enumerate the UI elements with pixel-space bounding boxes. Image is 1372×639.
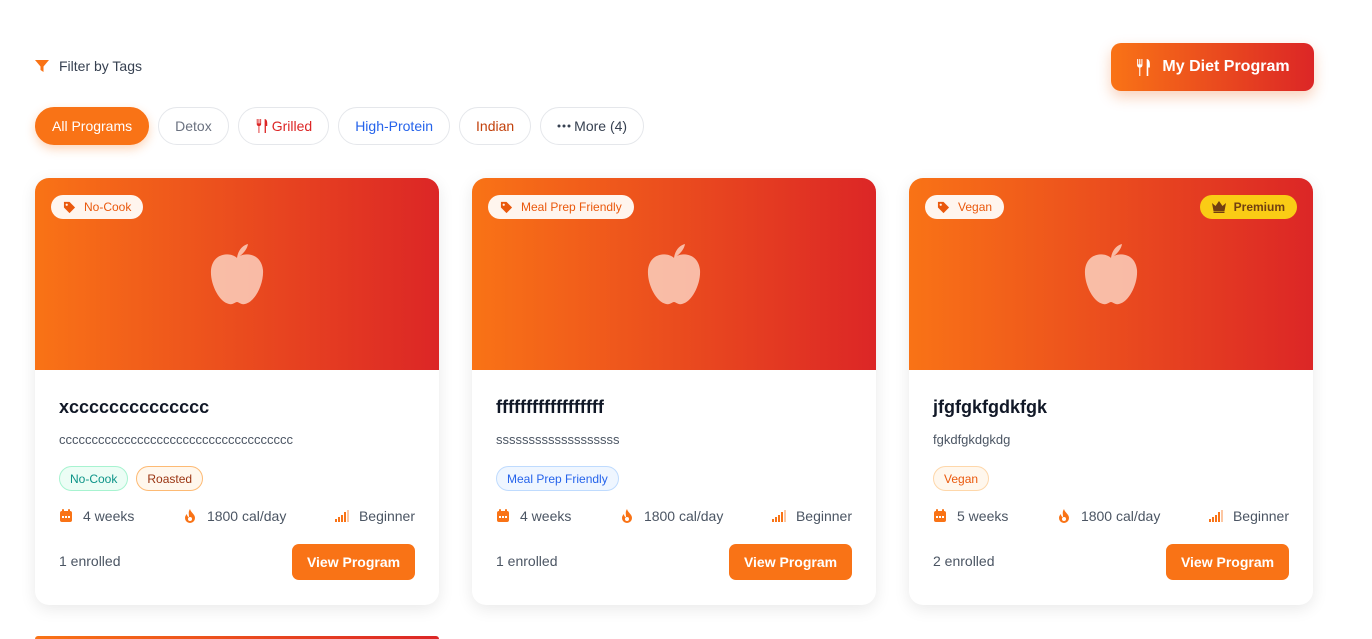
signal-icon [1208, 510, 1223, 522]
fire-icon [1058, 509, 1069, 523]
view-program-button[interactable]: View Program [729, 544, 852, 580]
chip-detox[interactable]: Detox [158, 107, 229, 145]
program-description: sssssssssssssssssss [496, 432, 620, 447]
utensils-icon [1137, 58, 1151, 76]
apple-icon [1084, 244, 1138, 305]
card-tag-label: Meal Prep Friendly [521, 200, 622, 214]
calories-text: 1800 cal/day [643, 508, 724, 524]
chip-grilled[interactable]: Grilled [237, 107, 330, 145]
program-tag-pill: No-Cook [59, 466, 129, 491]
chip-indian[interactable]: Indian [459, 107, 532, 145]
duration-stat: 5 weeks [933, 508, 1008, 524]
premium-label: Premium [1233, 200, 1285, 214]
program-card: Meal Prep Friendly ffffffffffffffffff ss… [472, 178, 876, 605]
tag-icon [937, 201, 950, 213]
level-text: Beginner [358, 508, 415, 524]
tag-icon [63, 201, 76, 213]
card-banner: Vegan Premium [909, 178, 1313, 370]
card-tag-label: Vegan [958, 200, 993, 214]
program-title: xcccccccccccccc [59, 397, 210, 417]
apple-icon [647, 244, 701, 305]
enrolled-count: 2 enrolled [933, 553, 995, 569]
program-title: ffffffffffffffffff [496, 397, 604, 417]
premium-badge: Premium [1199, 195, 1297, 219]
program-tag-pill: Meal Prep Friendly [496, 466, 619, 491]
duration-stat: 4 weeks [496, 508, 571, 524]
fire-icon [621, 509, 632, 523]
program-stats: 4 weeks 1800 cal/day Beginner [496, 508, 852, 524]
program-tag-pill: Roasted [136, 466, 204, 491]
program-stats: 4 weeks 1800 cal/day Beginner [59, 508, 415, 524]
tag-icon [500, 201, 513, 213]
card-tag-label: No-Cook [84, 200, 132, 214]
crown-icon [1211, 201, 1226, 213]
chip-high-protein[interactable]: High-Protein [338, 107, 451, 145]
level-stat: Beginner [334, 508, 415, 524]
calories-stat: 1800 cal/day [620, 508, 723, 524]
card-banner: Meal Prep Friendly [472, 178, 876, 370]
chip-label: More (4) [574, 118, 628, 134]
view-program-button[interactable]: View Program [1166, 544, 1289, 580]
fire-icon [184, 509, 195, 523]
my-diet-program-button[interactable]: My Diet Program [1111, 43, 1314, 91]
program-tags: Meal Prep Friendly [496, 466, 619, 491]
filter-label-text: Filter by Tags [59, 58, 142, 74]
program-card: No-Cook xcccccccccccccc cccccccccccccccc… [35, 178, 439, 605]
program-title: jfgfgkfgdkfgk [933, 397, 1047, 417]
my-diet-program-label: My Diet Program [1162, 58, 1290, 75]
card-tag-badge: No-Cook [51, 195, 144, 219]
filter-label: Filter by Tags [35, 58, 142, 74]
program-tag-pill: Vegan [933, 466, 990, 491]
level-text: Beginner [795, 508, 852, 524]
program-card: Vegan Premium jfgfgkfgdkfgk fgkdfgkdgkdg… [909, 178, 1313, 605]
chip-all-programs[interactable]: All Programs [35, 107, 150, 145]
chip-label: High-Protein [355, 118, 434, 134]
card-tag-badge: Meal Prep Friendly [488, 195, 634, 219]
enrolled-count: 1 enrolled [59, 553, 121, 569]
program-description: fgkdfgkdgkdg [933, 432, 1011, 447]
utensils-icon [256, 119, 267, 133]
apple-icon [210, 244, 264, 305]
calories-stat: 1800 cal/day [183, 508, 286, 524]
card-banner: No-Cook [35, 178, 439, 370]
chip-label: Grilled [271, 118, 313, 134]
program-tags: Vegan [933, 466, 990, 491]
chip-more[interactable]: More (4) [540, 107, 645, 145]
tag-filter-chips: All Programs Detox Grilled High-Protein … [35, 107, 645, 145]
level-stat: Beginner [1208, 508, 1289, 524]
ellipsis-icon [557, 124, 571, 128]
level-stat: Beginner [771, 508, 852, 524]
calendar-icon [497, 509, 509, 522]
calories-text: 1800 cal/day [206, 508, 287, 524]
level-text: Beginner [1232, 508, 1289, 524]
duration-text: 4 weeks [520, 508, 572, 524]
program-description: cccccccccccccccccccccccccccccccccccc [59, 432, 293, 447]
calendar-icon [60, 509, 72, 522]
duration-text: 5 weeks [957, 508, 1009, 524]
calories-text: 1800 cal/day [1080, 508, 1161, 524]
filter-icon [35, 60, 49, 72]
chip-label: All Programs [52, 118, 133, 134]
calories-stat: 1800 cal/day [1057, 508, 1160, 524]
chip-label: Detox [175, 118, 212, 134]
view-program-button[interactable]: View Program [292, 544, 415, 580]
program-stats: 5 weeks 1800 cal/day Beginner [933, 508, 1289, 524]
chip-label: Indian [476, 118, 515, 134]
enrolled-count: 1 enrolled [496, 553, 558, 569]
signal-icon [334, 510, 349, 522]
duration-stat: 4 weeks [59, 508, 134, 524]
calendar-icon [934, 509, 946, 522]
card-tag-badge: Vegan [925, 195, 1005, 219]
signal-icon [771, 510, 786, 522]
program-tags: No-Cook Roasted [59, 466, 204, 491]
duration-text: 4 weeks [83, 508, 135, 524]
